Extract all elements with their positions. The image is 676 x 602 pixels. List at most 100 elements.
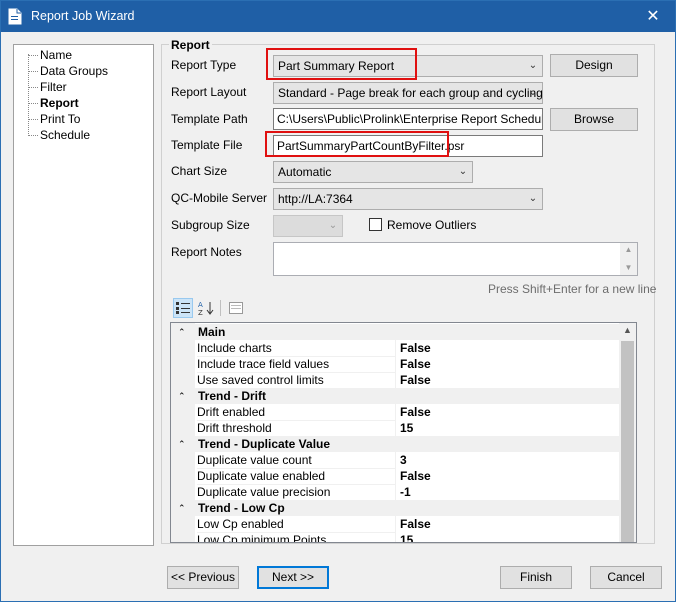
column-divider xyxy=(395,516,396,532)
chart-size-select[interactable]: Automatic ⌄ xyxy=(273,161,473,183)
chevron-down-icon: ⌄ xyxy=(328,220,338,231)
report-group-title: Report xyxy=(169,38,212,52)
nav-item-label: Schedule xyxy=(40,128,91,142)
chevron-up-icon[interactable]: ⌃ xyxy=(178,388,186,404)
report-notes-label: Report Notes xyxy=(171,245,242,259)
property-row[interactable]: Low Cp enabled False xyxy=(171,516,620,533)
column-divider xyxy=(395,356,396,372)
new-line-hint: Press Shift+Enter for a new line xyxy=(488,282,657,296)
report-layout-value: Standard - Page break for each group and… xyxy=(278,86,543,100)
column-divider xyxy=(395,340,396,356)
property-value[interactable]: False xyxy=(400,356,431,372)
chevron-down-icon: ⌄ xyxy=(528,87,538,98)
report-notes-textarea[interactable]: ▲ ▼ xyxy=(273,242,638,276)
document-icon xyxy=(8,8,22,25)
chevron-up-icon[interactable]: ⌃ xyxy=(178,436,186,452)
property-grid: ⌃ Main Include charts False Include trace fi… xyxy=(170,322,637,543)
title-bar: Report Job Wizard ✕ xyxy=(1,1,675,32)
svg-text:A: A xyxy=(198,301,203,309)
property-value[interactable]: False xyxy=(400,468,431,484)
property-row[interactable]: Duplicate value count 3 xyxy=(171,452,620,469)
subgroup-size-select[interactable]: ⌄ xyxy=(273,215,343,237)
qc-mobile-server-select[interactable]: http://LA:7364 ⌄ xyxy=(273,188,543,210)
property-row[interactable]: Drift enabled False xyxy=(171,404,620,421)
grid-scrollbar[interactable]: ▲ xyxy=(619,323,636,542)
design-button[interactable]: Design xyxy=(550,54,638,77)
column-divider xyxy=(395,484,396,500)
qc-mobile-server-value: http://LA:7364 xyxy=(278,192,353,206)
alphabetical-sort-icon[interactable]: AZ xyxy=(196,298,216,318)
property-row[interactable]: Include trace field values False xyxy=(171,356,620,373)
template-path-value: C:\Users\Public\Prolink\Enterprise Repor… xyxy=(277,112,543,126)
property-row[interactable]: Use saved control limits False xyxy=(171,372,620,389)
property-category[interactable]: ⌃ Trend - Drift xyxy=(171,388,620,404)
property-value[interactable]: -1 xyxy=(400,484,411,500)
property-value[interactable]: 15 xyxy=(400,420,413,436)
chevron-up-icon[interactable]: ⌃ xyxy=(178,500,186,516)
property-name: Drift threshold xyxy=(197,420,395,437)
property-name: Use saved control limits xyxy=(197,372,395,389)
property-value[interactable]: False xyxy=(400,516,431,532)
design-button-label: Design xyxy=(575,58,613,72)
report-type-label: Report Type xyxy=(171,58,237,72)
property-row[interactable]: Duplicate value enabled False xyxy=(171,468,620,485)
highlight-box-report-type xyxy=(266,48,417,80)
property-value[interactable]: False xyxy=(400,404,431,420)
remove-outliers-checkbox[interactable] xyxy=(369,218,382,231)
property-name: Low Cp enabled xyxy=(197,516,395,533)
category-name: Trend - Duplicate Value xyxy=(198,437,331,451)
next-button[interactable]: Next >> xyxy=(257,566,329,589)
tree-line xyxy=(28,54,29,134)
property-value[interactable]: 15 xyxy=(400,532,413,542)
nav-item-label: Filter xyxy=(40,80,67,94)
category-name: Trend - Low Cp xyxy=(198,501,285,515)
property-row[interactable]: Include charts False xyxy=(171,340,620,357)
close-icon[interactable]: ✕ xyxy=(631,1,675,32)
nav-item-label: Name xyxy=(40,48,73,62)
scroll-up-icon[interactable]: ▲ xyxy=(620,245,637,254)
property-value[interactable]: False xyxy=(400,372,431,388)
chevron-down-icon: ⌄ xyxy=(458,166,468,177)
property-name: Low Cp minimum Points xyxy=(197,532,395,542)
nav-item-label: Data Groups xyxy=(40,64,109,78)
column-divider xyxy=(395,372,396,388)
report-job-wizard-window: Report Job Wizard ✕ Name Data Groups Fil… xyxy=(0,0,676,602)
previous-button[interactable]: << Previous xyxy=(167,566,239,589)
category-name: Trend - Drift xyxy=(198,389,266,403)
svg-text:Z: Z xyxy=(198,309,203,316)
highlight-box-template-file xyxy=(265,131,449,157)
column-divider xyxy=(395,468,396,484)
finish-button[interactable]: Finish xyxy=(500,566,572,589)
template-file-label: Template File xyxy=(171,138,243,152)
toolbar-separator xyxy=(220,300,221,316)
column-divider xyxy=(395,532,396,542)
cancel-button[interactable]: Cancel xyxy=(590,566,662,589)
property-category[interactable]: ⌃ Trend - Duplicate Value xyxy=(171,436,620,452)
property-value[interactable]: False xyxy=(400,340,431,356)
scrollbar-thumb[interactable] xyxy=(621,341,634,542)
next-button-label: Next >> xyxy=(271,570,315,584)
chevron-down-icon: ⌄ xyxy=(528,60,538,71)
chevron-up-icon[interactable]: ⌃ xyxy=(178,324,186,340)
property-row[interactable]: Low Cp minimum Points 15 xyxy=(171,532,620,542)
property-value[interactable]: 3 xyxy=(400,452,407,468)
column-divider xyxy=(395,404,396,420)
property-category[interactable]: ⌃ Trend - Low Cp xyxy=(171,500,620,516)
chart-size-label: Chart Size xyxy=(171,164,228,178)
property-row[interactable]: Drift threshold 15 xyxy=(171,420,620,437)
scroll-down-icon[interactable]: ▼ xyxy=(620,263,637,272)
nav-item-label: Print To xyxy=(40,112,81,126)
browse-button-label: Browse xyxy=(573,112,614,126)
property-category[interactable]: ⌃ Main xyxy=(171,324,620,340)
categorized-icon[interactable] xyxy=(173,298,193,318)
browse-button[interactable]: Browse xyxy=(550,108,638,131)
chevron-down-icon: ⌄ xyxy=(528,193,538,204)
scroll-up-icon[interactable]: ▲ xyxy=(619,325,636,335)
property-row[interactable]: Duplicate value precision -1 xyxy=(171,484,620,501)
report-layout-select[interactable]: Standard - Page break for each group and… xyxy=(273,82,543,104)
notes-scrollbar[interactable]: ▲ ▼ xyxy=(620,243,637,275)
nav-item-label: Report xyxy=(40,96,79,110)
chart-size-value: Automatic xyxy=(278,165,332,179)
template-path-field[interactable]: C:\Users\Public\Prolink\Enterprise Repor… xyxy=(273,108,543,130)
property-pages-icon[interactable] xyxy=(226,298,246,318)
